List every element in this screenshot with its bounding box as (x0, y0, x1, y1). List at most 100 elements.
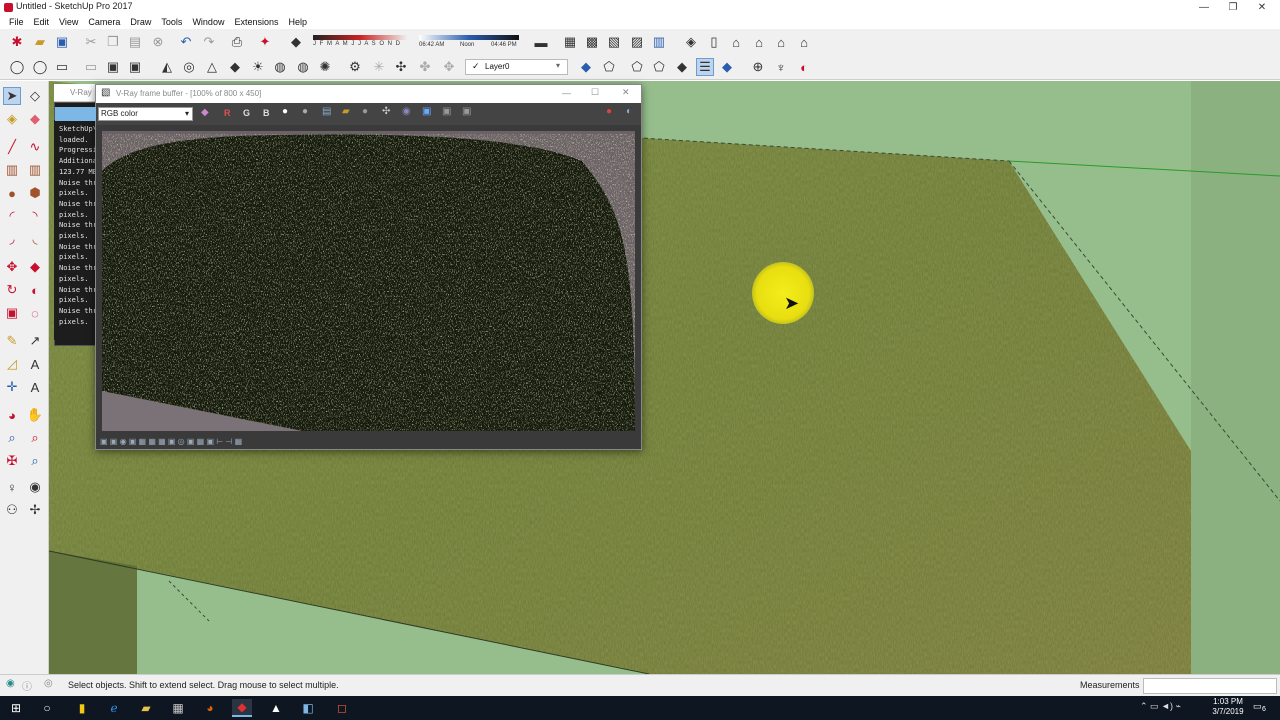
mono-channel-icon[interactable]: ● (302, 106, 308, 117)
save-image-icon[interactable]: ▤ (322, 106, 331, 117)
red-channel-button[interactable]: R (224, 108, 231, 118)
rotate-tool-icon[interactable]: ↻ (3, 281, 21, 299)
vray-mesh-icon[interactable]: ✳ (370, 58, 388, 76)
history-icon[interactable]: ▣ (442, 106, 451, 117)
circle-tool-icon[interactable]: ● (3, 184, 21, 202)
link-icon[interactable]: ▣ (422, 106, 431, 117)
menu-edit[interactable]: Edit (29, 17, 55, 27)
text-tool-icon[interactable]: A (26, 355, 44, 373)
edge-style-icon[interactable]: ⬠ (650, 58, 668, 76)
vfb-minimize-button[interactable]: — (562, 88, 571, 98)
section-plane-tool-icon[interactable]: ✢ (26, 501, 44, 519)
vray-dome-icon[interactable]: ◍ (294, 58, 312, 76)
component-icon[interactable]: ▬ (532, 33, 550, 51)
measurements-input[interactable] (1143, 678, 1277, 694)
look-around-icon[interactable]: ◐ (795, 58, 813, 76)
top-view-icon[interactable]: ▯ (705, 33, 723, 51)
menu-view[interactable]: View (54, 17, 83, 27)
zoom-tool-icon[interactable]: ⌕ (3, 429, 21, 447)
vray-sun-icon[interactable]: ✺ (316, 58, 334, 76)
wireframe-icon[interactable]: ▣ (104, 58, 122, 76)
layout-app-icon[interactable]: ◻ (332, 699, 352, 717)
shadows-toggle-icon[interactable]: ◆ (287, 33, 305, 51)
select-arrow-icon[interactable]: ◯ (8, 58, 26, 76)
front-view-icon[interactable]: ⌂ (727, 33, 745, 51)
cut-icon[interactable]: ✂ (82, 33, 100, 51)
hidden-line-icon[interactable]: ▣ (126, 58, 144, 76)
orbit-tool-icon[interactable]: ◕ (3, 406, 21, 424)
region-render-icon[interactable]: ◉ (402, 106, 411, 117)
new-file-icon[interactable]: ✱ (8, 33, 26, 51)
vfb-titlebar[interactable]: ▧ V-Ray frame buffer - [100% of 800 x 45… (96, 85, 641, 103)
eraser-tool-icon[interactable]: ◆ (26, 110, 44, 128)
offset-tool-icon[interactable]: ◌ (26, 304, 44, 322)
extension-warehouse-icon[interactable]: ▧ (605, 33, 623, 51)
component-tool-icon[interactable]: ◇ (26, 87, 44, 105)
credits-icon[interactable]: ⓘ (22, 678, 32, 693)
back-view-icon[interactable]: ⌂ (772, 33, 790, 51)
edge-browser-icon[interactable]: ℯ (104, 699, 124, 717)
layer-manager-icon[interactable]: ☰ (696, 58, 714, 76)
sketchup-taskbar-icon[interactable]: ◆ (232, 699, 252, 717)
make-component-icon[interactable]: ◯ (31, 58, 49, 76)
track-mouse-icon[interactable]: ✣ (382, 106, 390, 117)
layout-icon[interactable]: ▨ (628, 33, 646, 51)
section-plane-icon[interactable]: ◆ (577, 58, 595, 76)
vray-log-titlebar[interactable]: V-Ray (54, 84, 96, 102)
stop-render-icon[interactable]: ● (606, 106, 612, 117)
vfb-bottom-icons[interactable]: ▣ ▣ ◉ ▣ ▦ ▦ ▦ ▣ ◎ ▣ ▦ ▣ ⊢ ⊣ ▦ (100, 437, 242, 446)
push-pull-tool-icon[interactable]: ◆ (26, 258, 44, 276)
line-tool-icon[interactable]: ╱ (3, 138, 21, 156)
back-edges-icon[interactable]: ◆ (673, 58, 691, 76)
load-image-icon[interactable]: ▰ (342, 106, 350, 117)
menu-camera[interactable]: Camera (83, 17, 125, 27)
protractor-icon[interactable]: ◿ (3, 355, 21, 373)
notification-icon[interactable]: ▭ (1253, 701, 1262, 712)
paste-icon[interactable]: ▤ (126, 33, 144, 51)
start-render-icon[interactable]: ◐ (626, 106, 632, 117)
shadow-month-slider[interactable] (313, 35, 407, 40)
left-view-icon[interactable]: ⌂ (795, 33, 813, 51)
select-tool-icon[interactable]: ➤ (3, 87, 21, 105)
dimension-tool-icon[interactable]: ↗ (26, 332, 44, 350)
xray-icon[interactable]: ▭ (82, 58, 100, 76)
style-builder-icon[interactable]: ▥ (650, 33, 668, 51)
follow-me-icon[interactable]: ◐ (26, 281, 44, 299)
walk-tool-icon[interactable]: ⚇ (3, 501, 21, 519)
shaded-icon[interactable]: ◭ (158, 58, 176, 76)
stylebuilder-icon[interactable]: ◧ (298, 699, 318, 717)
save-icon[interactable]: ▣ (53, 33, 71, 51)
3d-text-icon[interactable]: A (26, 378, 44, 396)
vray-light-icon[interactable]: ☀ (249, 58, 267, 76)
undo-icon[interactable]: ↶ (177, 33, 195, 51)
calculator-icon[interactable]: ▦ (168, 699, 188, 717)
firefox-icon[interactable]: ◕ (200, 699, 220, 717)
arc-tool-icon[interactable]: ◜ (3, 207, 21, 225)
copy-icon[interactable]: ❐ (104, 33, 122, 51)
zoom-extents-icon[interactable]: ✠ (3, 452, 21, 470)
vray-plane-icon[interactable]: ✤ (416, 58, 434, 76)
system-tray-icons[interactable]: ⌃ ▭ ◄) ⌁ (1140, 701, 1181, 712)
section-display-icon[interactable]: ⬠ (600, 58, 618, 76)
windows-start-icon[interactable]: ⊞ (6, 699, 26, 717)
freehand-tool-icon[interactable]: ∿ (26, 138, 44, 156)
vfb-close-button[interactable]: ✕ (622, 87, 630, 98)
shadow-time-slider[interactable] (419, 35, 519, 40)
vray-proxy-icon[interactable]: ⚙ (346, 58, 364, 76)
lens-effects-icon[interactable]: ▣ (462, 106, 471, 117)
paint-tool-icon[interactable]: ◈ (3, 110, 21, 128)
move-tool-icon[interactable]: ✥ (3, 258, 21, 276)
previous-view-icon[interactable]: ⌕ (26, 452, 44, 470)
print-icon[interactable]: ⎙ (228, 33, 246, 51)
search-icon[interactable]: ○ (37, 699, 57, 717)
photos-icon[interactable]: ▲ (266, 699, 286, 717)
vfb-maximize-button[interactable]: ☐ (591, 87, 599, 98)
notes-app-icon[interactable]: ▮ (72, 699, 92, 717)
rectangle-tool-icon[interactable]: ▥ (3, 161, 21, 179)
zoom-window-icon[interactable]: ⌕ (26, 429, 44, 447)
menu-window[interactable]: Window (187, 17, 229, 27)
menu-extensions[interactable]: Extensions (229, 17, 283, 27)
color-channel-icon[interactable]: ◆ (201, 107, 209, 118)
paint-bucket-icon[interactable]: ▭ (53, 58, 71, 76)
vray-material-icon[interactable]: ◆ (718, 58, 736, 76)
